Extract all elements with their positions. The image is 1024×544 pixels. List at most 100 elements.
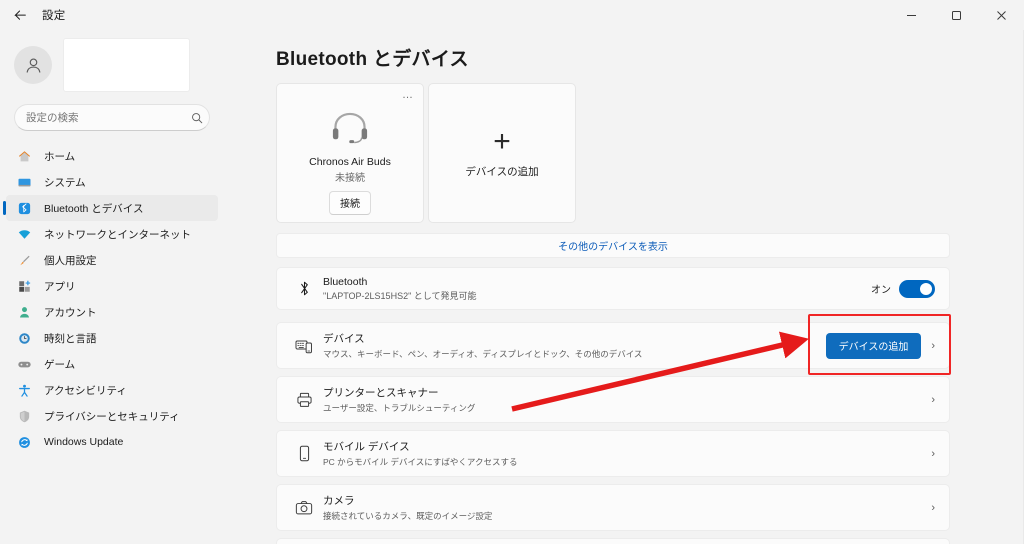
window-title: 設定: [42, 10, 66, 22]
bluetooth-toggle-group[interactable]: オン: [871, 279, 935, 298]
sidebar-item-system[interactable]: システム: [6, 169, 218, 195]
row-title: モバイル デバイス: [323, 441, 410, 453]
page-title: Bluetooth とデバイス: [276, 49, 469, 70]
add-device-card[interactable]: + デバイスの追加: [428, 83, 576, 223]
back-arrow-icon: [13, 10, 26, 20]
clock-icon: [14, 328, 34, 348]
minimize-icon: [907, 14, 916, 16]
settings-row-camera[interactable]: カメラ 接続されているカメラ、既定のイメージ設定 ›: [276, 484, 950, 531]
sidebar-item-label: プライバシーとセキュリティ: [44, 410, 180, 423]
shield-icon: [14, 406, 34, 426]
devices-icon: [293, 338, 315, 354]
settings-row-printers-scanners[interactable]: プリンターとスキャナー ユーザー設定、トラブルシューティング ›: [276, 376, 950, 423]
bluetooth-row-texts: Bluetooth "LAPTOP-2LS15HS2" として発見可能: [323, 276, 871, 302]
wifi-icon: [14, 224, 34, 244]
bluetooth-toggle-state-label: オン: [871, 285, 891, 296]
card-overflow-button[interactable]: …: [402, 90, 414, 101]
settings-row-mobile-devices[interactable]: モバイル デバイス PC からモバイル デバイスにすばやくアクセスする ›: [276, 430, 950, 477]
sidebar-item-label: アクセシビリティ: [44, 384, 127, 397]
row-right: ›: [931, 393, 935, 406]
sidebar-item-label: 個人用設定: [44, 254, 97, 267]
account-header[interactable]: [0, 32, 224, 94]
bluetooth-toggle-row[interactable]: Bluetooth "LAPTOP-2LS15HS2" として発見可能 オン: [276, 267, 950, 310]
sidebar-item-label: ネットワークとインターネット: [44, 228, 191, 241]
person-avatar-icon: [26, 58, 40, 73]
toggle-knob: [920, 282, 932, 295]
sidebar-item-label: システム: [44, 176, 86, 189]
device-card-name: Chronos Air Buds: [309, 156, 391, 168]
sidebar-item-bluetooth-devices[interactable]: Bluetooth とデバイス: [3, 195, 218, 221]
camera-icon: [293, 500, 315, 516]
settings-row-devices[interactable]: デバイス マウス、キーボード、ペン、オーディオ、ディスプレイとドック、その他のデ…: [276, 322, 950, 369]
sidebar-item-accessibility[interactable]: アクセシビリティ: [6, 377, 218, 403]
maximize-button[interactable]: [934, 0, 979, 30]
device-cards: … Chronos Air Buds 未接続 接続 + デバイスの追加: [276, 83, 950, 223]
headset-icon: [328, 106, 372, 148]
chevron-right-icon: ›: [931, 501, 935, 514]
system-monitor-icon: [14, 172, 34, 192]
sidebar-item-gaming[interactable]: ゲーム: [6, 351, 218, 377]
sidebar-item-home[interactable]: ホーム: [6, 143, 218, 169]
search-container: [0, 94, 224, 137]
sidebar-item-label: ホーム: [44, 150, 76, 163]
content-inner: Bluetooth とデバイス … Chronos Air Buds 未接続 接…: [224, 30, 1024, 544]
row-subtitle: 接続されているカメラ、既定のイメージ設定: [323, 511, 493, 521]
search-box[interactable]: [14, 104, 210, 131]
accessibility-icon: [14, 380, 34, 400]
window-controls: [889, 0, 1024, 30]
minimize-button[interactable]: [889, 0, 934, 30]
close-icon: [997, 10, 1006, 20]
row-subtitle: マウス、キーボード、ペン、オーディオ、ディスプレイとドック、その他のデバイス: [323, 349, 643, 359]
row-title: デバイス: [323, 333, 365, 345]
row-title: カメラ: [323, 495, 355, 507]
row-texts: プリンターとスキャナー ユーザー設定、トラブルシューティング: [323, 385, 931, 414]
row-texts: モバイル デバイス PC からモバイル デバイスにすばやくアクセスする: [323, 439, 931, 468]
sidebar-item-personalization[interactable]: 個人用設定: [6, 247, 218, 273]
sidebar-item-label: 時刻と言語: [44, 332, 97, 345]
back-button[interactable]: [4, 0, 36, 30]
sidebar-item-label: Bluetooth とデバイス: [44, 202, 144, 215]
bluetooth-row-title: Bluetooth: [323, 275, 368, 288]
settings-rows: デバイス マウス、キーボード、ペン、オーディオ、ディスプレイとドック、その他のデ…: [276, 322, 950, 544]
gamepad-icon: [14, 354, 34, 374]
sidebar-item-windows-update[interactable]: Windows Update: [6, 429, 218, 455]
sidebar-item-privacy-security[interactable]: プライバシーとセキュリティ: [6, 403, 218, 429]
bluetooth-icon: [14, 198, 34, 218]
add-device-button[interactable]: デバイスの追加: [825, 332, 922, 359]
account-name-redacted: [63, 38, 190, 92]
sidebar-item-accounts[interactable]: アカウント: [6, 299, 218, 325]
windows-update-icon: [14, 432, 34, 452]
apps-icon: [14, 276, 34, 296]
sidebar: ホーム システム: [0, 30, 224, 544]
row-texts: カメラ 接続されているカメラ、既定のイメージ設定: [323, 493, 931, 522]
printer-icon: [293, 392, 315, 408]
connect-button[interactable]: 接続: [329, 191, 371, 215]
bluetooth-icon: [293, 280, 315, 297]
home-icon: [14, 146, 34, 166]
sidebar-item-network-internet[interactable]: ネットワークとインターネット: [6, 221, 218, 247]
close-button[interactable]: [979, 0, 1024, 30]
settings-row-mouse[interactable]: マウス ボタン、マウス ポインターの速度、スクロール ›: [276, 538, 950, 544]
content-pane: Bluetooth とデバイス … Chronos Air Buds 未接続 接…: [224, 30, 1024, 544]
sidebar-item-label: アカウント: [44, 306, 97, 319]
show-more-devices-link[interactable]: その他のデバイスを表示: [276, 233, 950, 258]
chevron-right-icon: ›: [931, 393, 935, 406]
row-right: デバイスの追加 ›: [825, 332, 935, 359]
avatar: [14, 46, 52, 84]
brush-icon: [14, 250, 34, 270]
row-subtitle: PC からモバイル デバイスにすばやくアクセスする: [323, 457, 518, 467]
sidebar-item-time-language[interactable]: 時刻と言語: [6, 325, 218, 351]
maximize-icon: [952, 10, 961, 20]
sidebar-item-label: Windows Update: [44, 436, 124, 448]
sidebar-item-label: ゲーム: [44, 358, 76, 371]
phone-icon: [293, 445, 315, 462]
bluetooth-row-subtitle: "LAPTOP-2LS15HS2" として発見可能: [323, 290, 477, 301]
device-card-chronos-air-buds[interactable]: … Chronos Air Buds 未接続 接続: [276, 83, 424, 223]
settings-window: 設定 設定の検索 ホーム システム Bluetooth とデバイス ネットワーク…: [0, 0, 1024, 544]
sidebar-item-apps[interactable]: アプリ: [6, 273, 218, 299]
plus-icon: +: [493, 124, 511, 158]
chevron-right-icon: ›: [931, 447, 935, 460]
search-input[interactable]: [15, 111, 185, 124]
bluetooth-toggle-switch[interactable]: [899, 279, 935, 298]
show-more-devices-label: その他のデバイスを表示: [558, 242, 668, 253]
